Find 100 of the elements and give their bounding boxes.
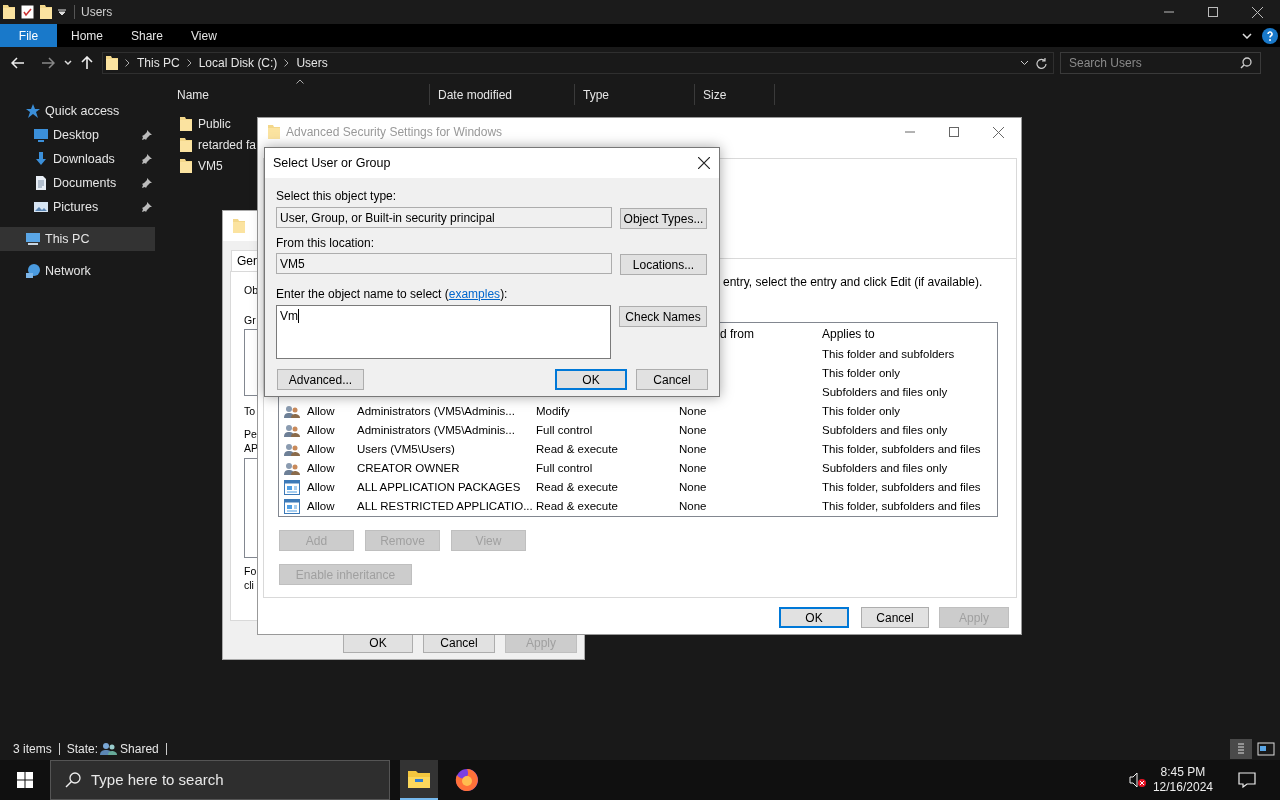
star-icon — [25, 103, 41, 119]
location-label: From this location: — [276, 236, 376, 250]
chevron-icon — [186, 59, 192, 67]
help-icon[interactable] — [1262, 27, 1278, 44]
object-name-label: Enter the object name to select (examples): — [276, 287, 509, 301]
inherited-cell-text: None — [679, 422, 708, 438]
sort-icon — [296, 79, 304, 84]
file-row[interactable]: retarded fa — [180, 134, 257, 155]
ribbon-tab[interactable]: View — [177, 24, 231, 47]
inherited-cell-text: None — [679, 441, 708, 457]
column-header[interactable]: Type — [575, 84, 695, 105]
column-header[interactable]: Name — [157, 84, 430, 105]
ribbon-tab[interactable]: Home — [57, 24, 117, 47]
cancel-button[interactable]: Cancel — [636, 369, 708, 390]
nav-item[interactable]: Downloads — [0, 147, 155, 171]
examples-link[interactable]: examples — [448, 287, 501, 301]
close-icon[interactable] — [698, 157, 710, 169]
nav-item[interactable]: This PC — [0, 227, 155, 251]
object-types-button[interactable]: Object Types... — [620, 208, 707, 229]
volume-icon[interactable] — [1128, 772, 1147, 788]
nav-item[interactable]: Quick access — [0, 99, 155, 123]
cancel-button[interactable]: Cancel — [861, 607, 929, 628]
permission-row[interactable]: Allow Administrators (VM5\Adminis... Modify None This folder only — [279, 402, 997, 421]
check-names-button[interactable]: Check Names — [619, 306, 707, 327]
properties-icon[interactable] — [21, 5, 34, 19]
close-icon[interactable] — [1252, 6, 1263, 18]
recent-locations-icon[interactable] — [64, 60, 72, 66]
object-name-field[interactable]: Vm — [276, 305, 611, 359]
state-label: State: — [66, 741, 99, 758]
back-icon[interactable] — [11, 57, 25, 69]
type-cell-text: Allow — [307, 422, 336, 438]
type-cell-text: Allow — [307, 479, 336, 495]
access-cell-text: Full control — [536, 460, 594, 476]
file-row[interactable]: VM5 — [180, 155, 223, 176]
ok-button[interactable]: OK — [555, 369, 627, 390]
search-icon — [1240, 57, 1252, 69]
access-cell-text: Read & execute — [536, 498, 619, 514]
new-folder-icon — [40, 4, 52, 20]
object-type-label: Select this object type: — [276, 189, 398, 203]
access-cell-text: Full control — [536, 422, 594, 438]
folder-icon — [106, 55, 118, 71]
dropdown-icon[interactable] — [1020, 60, 1029, 66]
type-cell-text: Allow — [307, 403, 336, 419]
column-header[interactable]: Size — [695, 84, 775, 105]
users-icon — [284, 404, 300, 419]
permission-row[interactable]: Allow ALL RESTRICTED APPLICATIO... Read & execute None This folder, subfolders and files — [279, 497, 997, 516]
label: Gr — [244, 313, 256, 327]
permission-row[interactable]: Allow CREATOR OWNER Full control None Subfolders and files only — [279, 459, 997, 478]
search-icon — [65, 772, 81, 788]
location-field[interactable]: VM5 — [276, 253, 612, 274]
expand-ribbon-icon[interactable] — [1242, 32, 1252, 39]
applies-to-cell-text: This folder only — [822, 403, 901, 419]
inherited-cell-text: None — [679, 498, 708, 514]
instruction-text: entry, select the entry and click Edit (if available). — [722, 275, 984, 289]
state-value: Shared — [120, 741, 159, 758]
dropdown-icon[interactable] — [58, 8, 66, 16]
clock-time[interactable]: 8:45 PM — [1160, 765, 1206, 780]
permission-row[interactable]: Allow Administrators (VM5\Adminis... Full control None Subfolders and files only — [279, 421, 997, 440]
folder-app-icon[interactable] — [400, 760, 438, 800]
address-bar[interactable]: This PC Local Disk (C:) Users — [102, 52, 1054, 74]
computer-icon — [25, 231, 41, 247]
taskbar-search-field[interactable]: Type here to search — [50, 760, 390, 800]
users-icon — [100, 742, 119, 756]
details-view-icon[interactable] — [1230, 739, 1252, 759]
nav-item[interactable]: Pictures — [0, 195, 155, 219]
users-icon — [284, 423, 300, 438]
object-type-field[interactable]: User, Group, or Built-in security principal — [276, 207, 612, 228]
principal-cell-text: CREATOR OWNER — [357, 460, 461, 476]
clock-date[interactable]: 12/16/2024 — [1152, 780, 1213, 795]
tiles-view-icon[interactable] — [1256, 740, 1276, 758]
start-icon[interactable] — [17, 772, 33, 788]
label: To — [244, 404, 256, 418]
breadcrumb[interactable]: This PC — [137, 54, 180, 72]
permission-row[interactable]: Allow ALL APPLICATION PACKAGES Read & execute None This folder, subfolders and files — [279, 478, 997, 497]
locations-button[interactable]: Locations... — [620, 254, 707, 275]
column-header[interactable]: Applies to — [822, 325, 997, 343]
applies-to-cell-text: Subfolders and files only — [822, 422, 949, 438]
breadcrumb[interactable]: Local Disk (C:) — [198, 54, 278, 72]
document-icon — [33, 175, 49, 191]
breadcrumb[interactable]: Users — [296, 54, 328, 72]
dialog-title: Select User or Group — [273, 154, 391, 172]
advanced-button[interactable]: Advanced... — [277, 369, 364, 390]
refresh-icon[interactable] — [1036, 57, 1047, 69]
nav-item[interactable]: Desktop — [0, 123, 155, 147]
permission-row[interactable]: Allow Users (VM5\Users) Read & execute None This folder, subfolders and files — [279, 440, 997, 459]
maximize-icon[interactable] — [1208, 7, 1218, 17]
ribbon-tab[interactable]: Share — [117, 24, 178, 47]
ok-button[interactable]: OK — [779, 607, 849, 628]
nav-item[interactable]: Documents — [0, 171, 155, 195]
forward-icon[interactable] — [41, 57, 55, 69]
file-row[interactable]: Public — [180, 113, 231, 134]
up-icon[interactable] — [81, 56, 93, 70]
notifications-icon[interactable] — [1238, 772, 1256, 788]
type-cell-text: Allow — [307, 498, 336, 514]
folder-icon — [233, 218, 245, 234]
search-field[interactable]: Search Users — [1060, 52, 1261, 74]
folder-icon — [180, 157, 192, 174]
nav-item[interactable]: Network — [0, 259, 155, 283]
column-header[interactable]: Date modified — [430, 84, 575, 105]
maximize-icon[interactable] — [949, 127, 959, 137]
